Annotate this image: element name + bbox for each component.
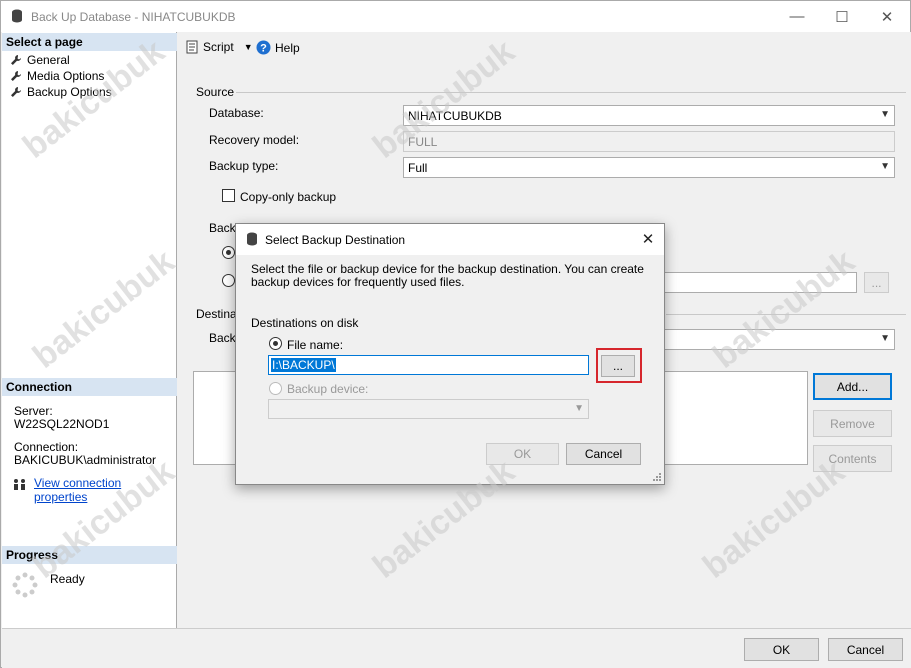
dialog-title-bar: Select Backup Destination ✕ — [236, 224, 664, 255]
script-label: Script — [203, 40, 234, 54]
copy-only-label: Copy-only backup — [240, 190, 337, 204]
dialog-close-button[interactable]: ✕ — [634, 228, 662, 250]
file-name-value: I:\BACKUP\ — [271, 358, 336, 372]
resize-grip-icon[interactable] — [652, 472, 662, 482]
select-page-header: Select a page — [2, 33, 177, 51]
recovery-model-label: Recovery model: — [209, 133, 300, 147]
page-media-options-label: Media Options — [27, 69, 105, 83]
minimize-button[interactable]: — — [774, 1, 820, 32]
cancel-button[interactable]: Cancel — [828, 638, 903, 661]
database-select[interactable]: NIHATCUBUKDB ▼ — [403, 105, 895, 126]
wrench-icon — [11, 87, 21, 97]
file-name-label: File name: — [287, 338, 344, 352]
database-icon — [247, 232, 257, 246]
progress-spinner-icon — [12, 572, 38, 598]
progress-status: Ready — [50, 572, 85, 586]
script-dropdown-arrow-icon[interactable]: ▼ — [244, 42, 253, 52]
toolbar: Script ▼ ? Help — [178, 32, 911, 65]
add-destination-button[interactable]: Add... — [813, 373, 892, 400]
close-button[interactable]: ✕ — [864, 1, 910, 32]
recovery-model-field: FULL — [403, 131, 895, 152]
files-filegroups-field — [663, 272, 857, 293]
wrench-icon — [11, 71, 21, 81]
database-label: Database: — [209, 106, 264, 120]
backup-device-radio[interactable] — [269, 382, 282, 395]
chevron-down-icon: ▼ — [880, 333, 890, 344]
ok-button[interactable]: OK — [744, 638, 819, 661]
contents-button[interactable]: Contents — [813, 445, 892, 472]
left-pane: Select a page General Media Options Back… — [2, 32, 177, 628]
dialog-ok-button[interactable]: OK — [486, 443, 559, 465]
browse-file-button[interactable]: ... — [601, 355, 635, 377]
help-icon: ? — [256, 40, 271, 55]
connection-value: BAKICUBUK\administrator — [14, 453, 157, 467]
database-component-radio[interactable] — [222, 246, 235, 259]
files-browse-button[interactable]: ... — [864, 272, 889, 293]
back-up-to-label: Back — [209, 331, 236, 345]
chevron-down-icon: ▼ — [574, 403, 584, 414]
backup-type-select[interactable]: Full ▼ — [403, 157, 895, 178]
backup-device-select[interactable]: ▼ — [268, 399, 589, 419]
files-component-radio[interactable] — [222, 274, 235, 287]
page-general[interactable]: General — [10, 52, 70, 68]
file-name-input[interactable]: I:\BACKUP\ — [268, 355, 589, 375]
chevron-down-icon: ▼ — [880, 161, 890, 172]
database-icon — [12, 9, 22, 23]
connection-properties-icon — [14, 479, 25, 490]
connection-label: Connection: — [14, 440, 79, 454]
dialog-title: Select Backup Destination — [265, 233, 406, 247]
source-group-label: Source — [196, 85, 235, 99]
svg-text:?: ? — [260, 43, 267, 55]
footer-bar: OK Cancel — [2, 628, 911, 668]
backup-type-label: Backup type: — [209, 159, 279, 173]
dialog-cancel-button[interactable]: Cancel — [566, 443, 641, 465]
remove-destination-button[interactable]: Remove — [813, 410, 892, 437]
window-title: Back Up Database - NIHATCUBUKDB — [31, 10, 236, 24]
database-value: NIHATCUBUKDB — [408, 109, 502, 123]
script-button[interactable]: Script ▼ — [185, 40, 253, 54]
page-media-options[interactable]: Media Options — [10, 68, 104, 84]
destination-divider — [666, 314, 906, 315]
wrench-icon — [11, 55, 21, 65]
view-connection-properties-link[interactable]: View connection properties — [34, 476, 176, 504]
recovery-model-value: FULL — [408, 135, 438, 149]
backup-type-value: Full — [408, 161, 428, 175]
page-backup-options[interactable]: Backup Options — [10, 84, 112, 100]
page-general-label: General — [27, 53, 70, 67]
copy-only-checkbox[interactable] — [222, 189, 235, 202]
back-up-to-select[interactable]: ▼ — [663, 329, 895, 350]
maximize-button[interactable]: ☐ — [819, 1, 865, 32]
help-button[interactable]: ? Help — [256, 40, 300, 55]
server-label: Server: — [14, 404, 53, 418]
chevron-down-icon: ▼ — [880, 109, 890, 120]
script-icon — [186, 40, 198, 54]
help-label: Help — [275, 40, 300, 55]
server-value: W22SQL22NOD1 — [14, 417, 110, 431]
progress-header: Progress — [2, 546, 177, 564]
title-bar: Back Up Database - NIHATCUBUKDB — ☐ ✕ — [1, 1, 910, 32]
select-backup-destination-dialog: Select Backup Destination ✕ Select the f… — [235, 223, 665, 485]
dialog-description: Select the file or backup device for the… — [251, 262, 644, 289]
destinations-on-disk-label: Destinations on disk — [251, 316, 359, 330]
connection-header: Connection — [2, 378, 177, 396]
page-backup-options-label: Backup Options — [27, 85, 112, 99]
backup-device-label: Backup device: — [287, 382, 369, 396]
source-divider — [236, 92, 906, 93]
file-name-radio[interactable] — [269, 337, 282, 350]
